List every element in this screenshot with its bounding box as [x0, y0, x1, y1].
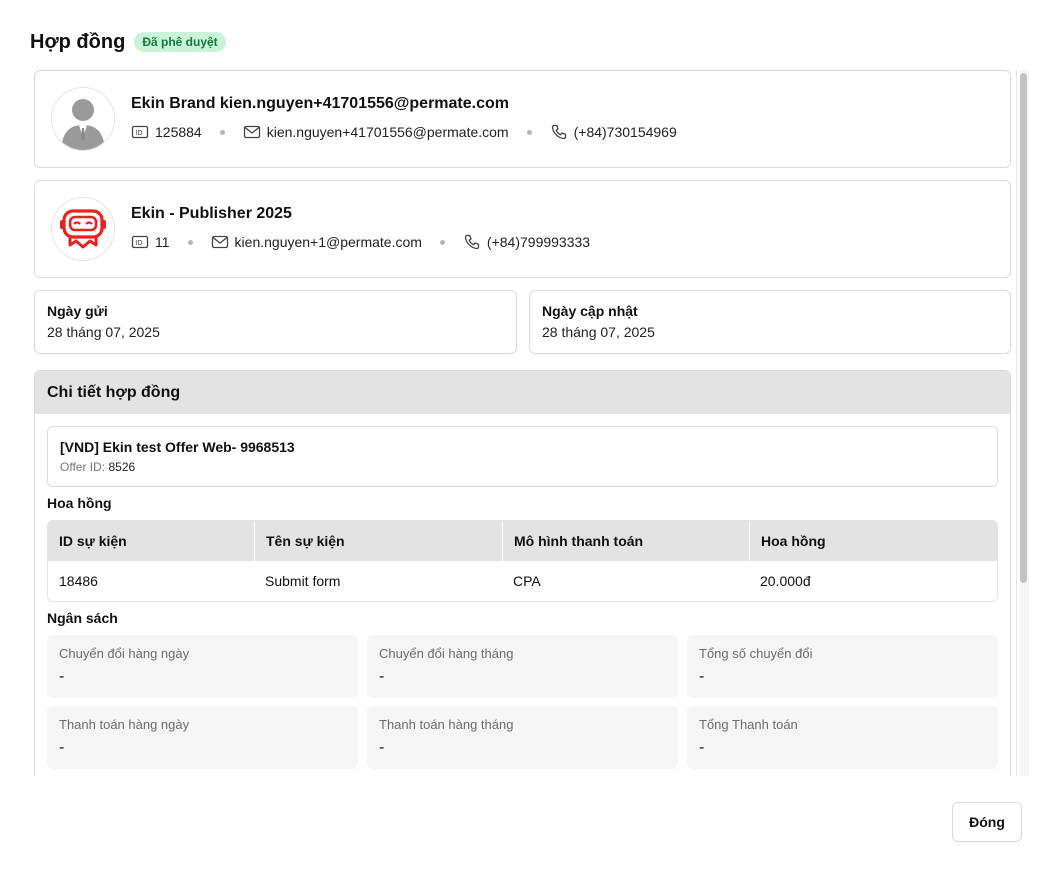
dialog-header: Hợp đồng Đã phê duyệt [30, 28, 226, 56]
budget-label: Tổng số chuyển đổi [699, 646, 813, 661]
separator-dot [526, 129, 532, 135]
sent-date-label: Ngày gửi [47, 303, 108, 319]
contract-details: Chi tiết hợp đồng [VND] Ekin test Offer … [34, 370, 1011, 776]
offer-name: [VND] Ekin test Offer Web- 9968513 [60, 439, 295, 455]
robot-logo-icon [52, 198, 114, 260]
publisher-phone[interactable]: (+84)799993333 [487, 234, 590, 250]
cell-event-id: 18486 [59, 573, 98, 589]
close-button[interactable]: Đóng [952, 802, 1022, 842]
table-header: ID sự kiện Tên sự kiện Mô hình thanh toá… [48, 521, 997, 561]
column-header-event-name: Tên sự kiện [254, 521, 502, 561]
offer-id-value: 8526 [108, 460, 136, 474]
budget-value: - [59, 739, 65, 756]
phone-icon [463, 233, 481, 251]
column-header-event-id: ID sự kiện [59, 533, 127, 549]
table-row: 18486 Submit form CPA 20.000đ [48, 561, 997, 601]
separator-dot [219, 129, 225, 135]
publisher-avatar [51, 197, 115, 261]
advertiser-name: Ekin Brand kien.nguyen+41701556@permate.… [131, 95, 509, 112]
column-header-commission: Hoa hồng [749, 521, 997, 561]
separator-dot [187, 239, 193, 245]
advertiser-card: Ekin Brand kien.nguyen+41701556@permate.… [34, 70, 1011, 168]
mail-icon [243, 123, 261, 141]
vertical-scrollbar[interactable] [1016, 70, 1031, 776]
sent-date-box: Ngày gửi 28 tháng 07, 2025 [34, 290, 517, 354]
updated-date-value: 28 tháng 07, 2025 [542, 324, 655, 340]
budget-monthly-conversions: Chuyển đổi hàng tháng - [367, 635, 678, 698]
cell-commission: 20.000đ [760, 573, 811, 589]
column-header-payment-model: Mô hình thanh toán [502, 521, 749, 561]
budget-monthly-payment: Thanh toán hàng tháng - [367, 706, 678, 769]
separator-dot [439, 239, 445, 245]
svg-text:ID: ID [135, 239, 142, 247]
budget-label: Chuyển đổi hàng ngày [59, 646, 190, 661]
cell-event-name: Submit form [265, 573, 341, 589]
budget-heading: Ngân sách [47, 610, 118, 626]
budget-label: Tổng Thanh toán [699, 717, 798, 732]
dialog-title: Hợp đồng [30, 30, 126, 53]
publisher-name: Ekin - Publisher 2025 [131, 205, 292, 222]
commission-table: ID sự kiện Tên sự kiện Mô hình thanh toá… [47, 520, 998, 602]
budget-value: - [699, 668, 705, 685]
budget-label: Thanh toán hàng ngày [59, 717, 190, 732]
id-card-icon: ID [131, 123, 149, 141]
sent-date-value: 28 tháng 07, 2025 [47, 324, 160, 340]
updated-date-box: Ngày cập nhật 28 tháng 07, 2025 [529, 290, 1011, 354]
advertiser-avatar [51, 87, 115, 151]
id-card-icon: ID [131, 233, 149, 251]
budget-value: - [379, 739, 385, 756]
publisher-email[interactable]: kien.nguyen+1@permate.com [235, 234, 422, 250]
offer-card: [VND] Ekin test Offer Web- 9968513 Offer… [47, 426, 998, 487]
svg-text:ID: ID [135, 129, 142, 137]
advertiser-phone[interactable]: (+84)730154969 [574, 124, 677, 140]
offer-id-label: Offer ID: [60, 460, 106, 474]
publisher-id: 11 [155, 234, 170, 250]
budget-value: - [699, 739, 705, 756]
person-silhouette-icon [52, 88, 114, 150]
publisher-meta: ID 11 kien.nguyen+1@permate.com (+84)799… [131, 233, 590, 251]
budget-label: Chuyển đổi hàng tháng [379, 646, 514, 661]
budget-daily-conversions: Chuyển đổi hàng ngày - [47, 635, 358, 698]
dialog-body[interactable]: Ekin Brand kien.nguyen+41701556@permate.… [34, 70, 1011, 776]
updated-date-label: Ngày cập nhật [542, 303, 638, 319]
publisher-card: Ekin - Publisher 2025 ID 11 kien.nguyen+… [34, 180, 1011, 278]
phone-icon [550, 123, 568, 141]
budget-daily-payment: Thanh toán hàng ngày - [47, 706, 358, 769]
budget-value: - [59, 668, 65, 685]
scrollbar-thumb[interactable] [1020, 73, 1027, 583]
advertiser-meta: ID 125884 kien.nguyen+41701556@permate.c… [131, 123, 677, 141]
cell-payment-model: CPA [513, 573, 541, 589]
budget-label: Thanh toán hàng tháng [379, 717, 514, 732]
budget-total-payment: Tổng Thanh toán - [687, 706, 998, 769]
budget-total-conversions: Tổng số chuyển đổi - [687, 635, 998, 698]
commission-heading: Hoa hồng [47, 495, 112, 511]
advertiser-id: 125884 [155, 124, 202, 140]
budget-value: - [379, 668, 385, 685]
offer-id: Offer ID: 8526 [60, 460, 135, 474]
contract-details-heading: Chi tiết hợp đồng [35, 371, 1010, 414]
advertiser-email[interactable]: kien.nguyen+41701556@permate.com [267, 124, 509, 140]
mail-icon [211, 233, 229, 251]
status-badge: Đã phê duyệt [134, 32, 226, 52]
